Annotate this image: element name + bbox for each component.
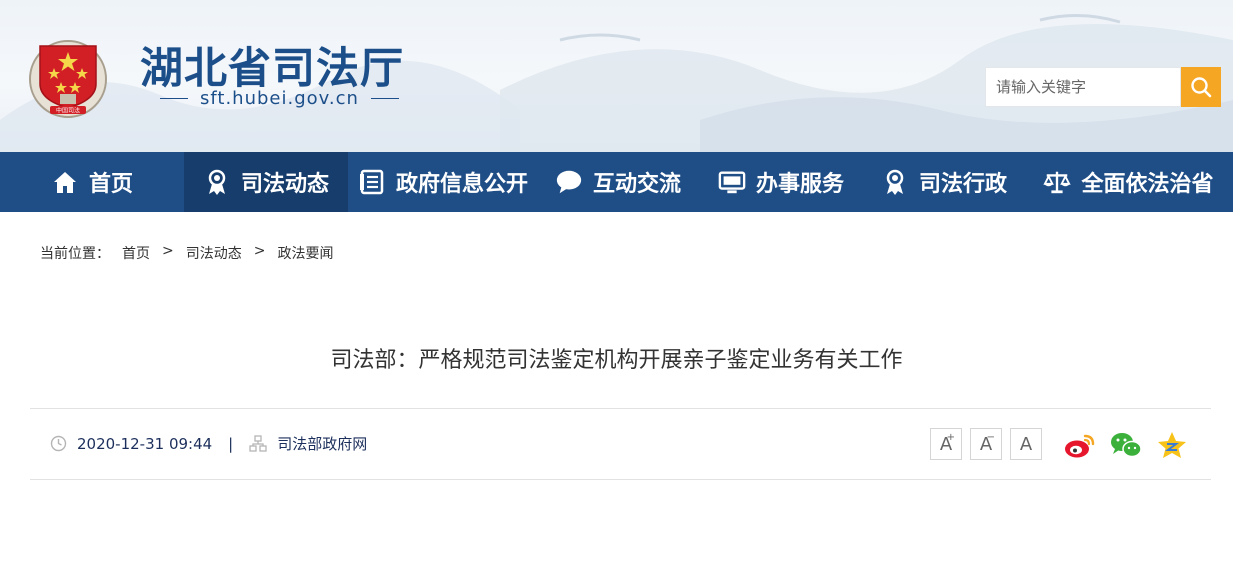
scales-icon bbox=[1043, 168, 1072, 196]
nav-item-judicial-admin[interactable]: 司法行政 bbox=[864, 152, 1024, 212]
clock-icon bbox=[50, 435, 67, 452]
search-button[interactable] bbox=[1181, 67, 1221, 107]
nav-item-services[interactable]: 办事服务 bbox=[698, 152, 864, 212]
share-bar bbox=[1063, 428, 1189, 462]
nav-item-label: 全面依法治省 bbox=[1081, 172, 1214, 197]
breadcrumb-item-home[interactable]: 首页 bbox=[122, 243, 150, 263]
font-reset-button[interactable]: A bbox=[1010, 428, 1042, 460]
nav-item-label: 政府信息公开 bbox=[395, 172, 528, 197]
font-decrease-button[interactable]: A − bbox=[970, 428, 1002, 460]
chat-bubble-icon bbox=[555, 168, 583, 196]
nav-item-label: 首页 bbox=[88, 172, 133, 197]
badge-icon bbox=[203, 168, 231, 196]
nav-item-label: 办事服务 bbox=[755, 172, 844, 197]
qzone-icon bbox=[1158, 432, 1186, 458]
article-datetime: 2020-12-31 09:44 bbox=[77, 434, 213, 453]
meta-separator: | bbox=[228, 434, 234, 453]
nav-item-gov-info[interactable]: 政府信息公开 bbox=[348, 152, 538, 212]
monitor-icon bbox=[718, 168, 746, 196]
weibo-icon bbox=[1065, 434, 1095, 458]
nav-item-interaction[interactable]: 互动交流 bbox=[538, 152, 698, 212]
nav-item-label: 司法动态 bbox=[240, 172, 329, 197]
site-title[interactable]: 湖北省司法厅 bbox=[140, 34, 404, 96]
wechat-share-button[interactable] bbox=[1109, 428, 1143, 462]
source-icon bbox=[249, 435, 267, 452]
breadcrumb-separator: > bbox=[253, 243, 266, 259]
breadcrumb-item-judicial-news[interactable]: 司法动态 bbox=[186, 243, 242, 263]
decrease-mark: − bbox=[986, 432, 995, 443]
judicial-emblem-logo: 中国司法 bbox=[29, 40, 107, 118]
site-header: 中国司法 湖北省司法厅 sft.hubei.gov.cn bbox=[0, 0, 1233, 152]
main-nav: 首页 司法动态 政府信息公开 互动交流 办事服务 司法行政 全面依法治省 bbox=[0, 152, 1233, 212]
breadcrumb: 当前位置： 首页 > 司法动态 > 政法要闻 bbox=[40, 243, 333, 263]
breadcrumb-prefix: 当前位置： bbox=[40, 246, 110, 262]
emblem-label: 中国司法 bbox=[56, 107, 80, 115]
font-reset-label: A bbox=[1019, 433, 1033, 455]
breadcrumb-separator: > bbox=[162, 243, 174, 259]
search-icon bbox=[1191, 77, 1212, 98]
divider bbox=[30, 408, 1211, 409]
font-increase-button[interactable]: A + bbox=[930, 428, 962, 460]
article-meta: 2020-12-31 09:44 | 司法部政府网 bbox=[50, 433, 367, 454]
article-title: 司法部：严格规范司法鉴定机构开展亲子鉴定业务有关工作 bbox=[330, 348, 903, 373]
site-url-row: sft.hubei.gov.cn bbox=[160, 88, 399, 109]
divider bbox=[30, 479, 1211, 480]
divider-line bbox=[370, 98, 399, 99]
search-input[interactable] bbox=[985, 67, 1181, 107]
nav-item-rule-of-law[interactable]: 全面依法治省 bbox=[1024, 152, 1233, 212]
nav-item-label: 司法行政 bbox=[918, 172, 1007, 197]
document-icon bbox=[358, 168, 386, 196]
increase-mark: + bbox=[946, 432, 955, 443]
nav-item-home[interactable]: 首页 bbox=[0, 152, 184, 212]
home-icon bbox=[51, 168, 79, 196]
article-source: 司法部政府网 bbox=[277, 435, 368, 453]
weibo-share-button[interactable] bbox=[1063, 428, 1097, 462]
nav-item-label: 互动交流 bbox=[592, 172, 681, 197]
divider-line bbox=[160, 98, 188, 99]
wechat-icon bbox=[1111, 433, 1142, 458]
nav-item-judicial-news[interactable]: 司法动态 bbox=[184, 152, 348, 212]
breadcrumb-item-political-news[interactable]: 政法要闻 bbox=[277, 243, 333, 263]
qzone-share-button[interactable] bbox=[1155, 428, 1189, 462]
font-size-controls: A + A − A bbox=[930, 428, 1042, 460]
badge-icon bbox=[881, 168, 909, 196]
site-url: sft.hubei.gov.cn bbox=[200, 88, 359, 109]
search-box bbox=[985, 67, 1221, 107]
